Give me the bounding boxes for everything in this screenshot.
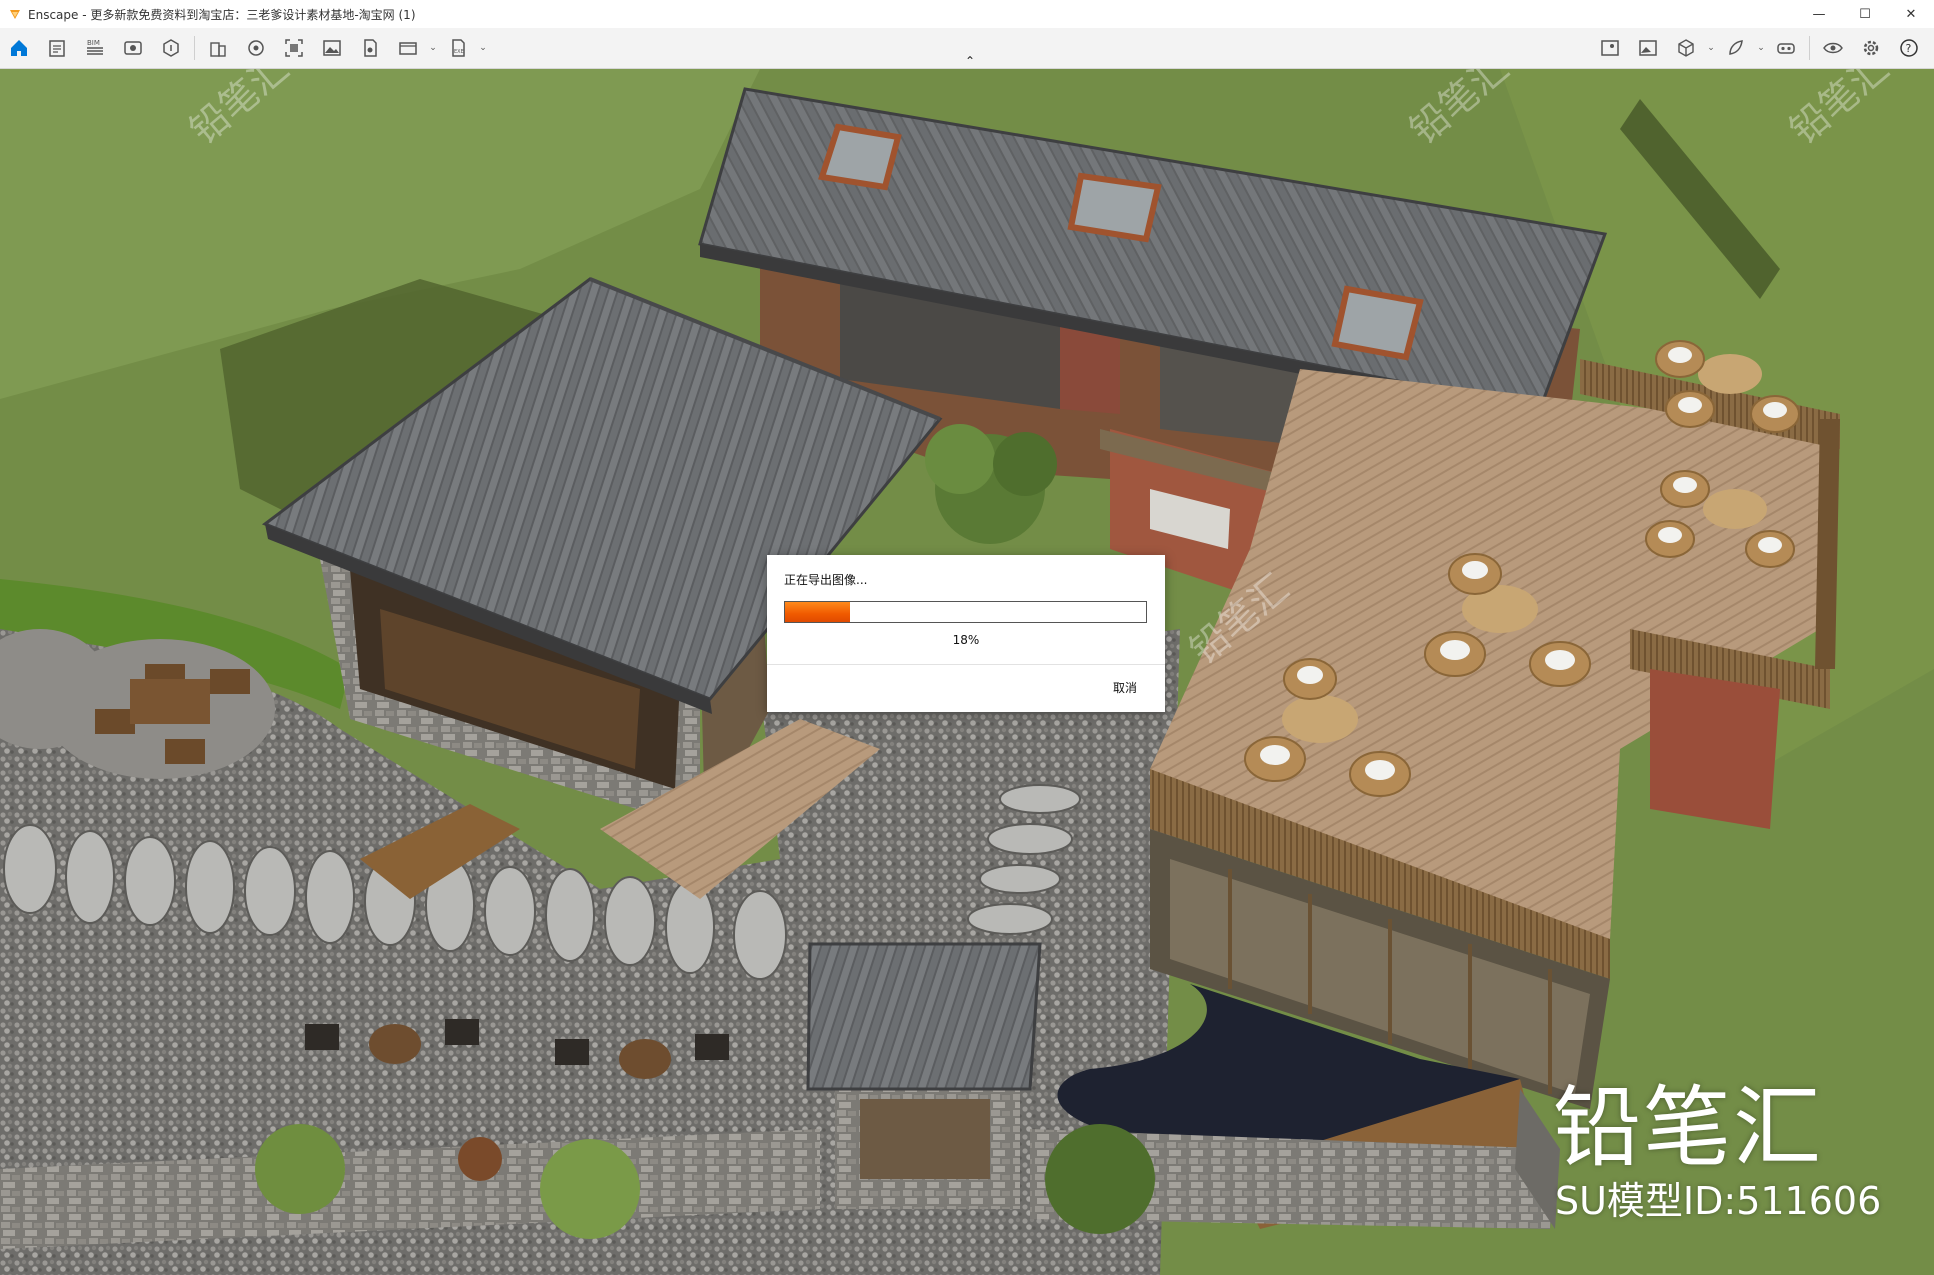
export-progress-dialog: 正在导出图像... 18% 取消 — [767, 555, 1165, 712]
eye-icon — [1823, 42, 1843, 54]
settings-icon — [1863, 40, 1879, 56]
screenshot-icon — [285, 39, 303, 57]
paint-button[interactable] — [1717, 30, 1755, 66]
map-icon — [1601, 40, 1619, 56]
notes-button[interactable] — [38, 30, 76, 66]
video-icon — [399, 42, 417, 55]
svg-text:BIM: BIM — [87, 39, 100, 47]
svg-text:EXE: EXE — [454, 49, 464, 55]
panorama-icon — [364, 39, 377, 57]
window-title: Enscape - 更多新款免费资料到淘宝店：三老爹设计素材基地-淘宝网 (1) — [28, 7, 416, 22]
export-progress-fill — [785, 602, 850, 622]
export-button[interactable]: EXE — [439, 30, 477, 66]
notes-icon — [49, 40, 65, 57]
visual-settings-icon — [163, 39, 179, 57]
export-progress-bar — [784, 601, 1147, 623]
paint-icon — [1729, 40, 1743, 55]
export-dropdown-caret[interactable]: ⌄ — [477, 30, 489, 66]
view-button[interactable] — [114, 30, 152, 66]
collapse-toolbar-toggle[interactable]: ⌃ — [960, 54, 980, 68]
toolbar-divider — [1809, 36, 1810, 60]
home-icon — [11, 40, 27, 56]
close-button[interactable]: ✕ — [1888, 0, 1934, 28]
video-dropdown-caret[interactable]: ⌄ — [427, 30, 439, 66]
dialog-title: 正在导出图像... — [784, 573, 868, 587]
map-button[interactable] — [1591, 30, 1629, 66]
cube-icon — [1678, 39, 1694, 57]
image-gallery-button[interactable] — [1629, 30, 1667, 66]
view-icon — [124, 41, 142, 55]
progress-percentage: 18% — [952, 633, 980, 647]
model-id-watermark: SU模型ID:511606 — [1555, 1179, 1882, 1223]
export-icon: EXE — [452, 39, 465, 57]
panorama-button[interactable] — [351, 30, 389, 66]
image-icon — [323, 40, 341, 56]
help-button[interactable]: ? — [1890, 30, 1928, 66]
enscape-logo-icon — [10, 10, 20, 19]
help-icon: ? — [1900, 39, 1918, 57]
headset-icon — [1777, 43, 1795, 54]
bim-button[interactable]: BIM — [76, 30, 114, 66]
brand-watermark: 铅笔汇 — [1553, 1076, 1824, 1179]
main-toolbar: BIM ⌄ EXE ⌄ ⌄ ⌄ ? ⌃ — [0, 28, 1934, 69]
title-bar: Enscape - 更多新款免费资料到淘宝店：三老爹设计素材基地-淘宝网 (1)… — [0, 0, 1934, 28]
asset-library-button[interactable] — [237, 30, 275, 66]
image-button[interactable] — [313, 30, 351, 66]
building-icon — [210, 42, 226, 57]
paint-dropdown-caret[interactable]: ⌄ — [1755, 30, 1767, 66]
screenshot-button[interactable] — [275, 30, 313, 66]
cube-dropdown-caret[interactable]: ⌄ — [1705, 30, 1717, 66]
eye-button[interactable] — [1814, 30, 1852, 66]
video-button[interactable] — [389, 30, 427, 66]
cube-button[interactable] — [1667, 30, 1705, 66]
visual-settings-button[interactable] — [152, 30, 190, 66]
vr-headset-button[interactable] — [1767, 30, 1805, 66]
minimize-button[interactable]: — — [1796, 0, 1842, 28]
asset-library-icon — [248, 40, 264, 56]
cancel-button[interactable]: 取消 — [1113, 679, 1137, 696]
home-button[interactable] — [0, 30, 38, 66]
image-gallery-icon — [1639, 40, 1657, 56]
dialog-divider — [767, 664, 1165, 665]
toolbar-divider — [194, 36, 195, 60]
bim-icon: BIM — [87, 39, 103, 55]
maximize-button[interactable]: ☐ — [1842, 0, 1888, 28]
svg-text:?: ? — [1906, 42, 1912, 55]
building-button[interactable] — [199, 30, 237, 66]
settings-button[interactable] — [1852, 30, 1890, 66]
